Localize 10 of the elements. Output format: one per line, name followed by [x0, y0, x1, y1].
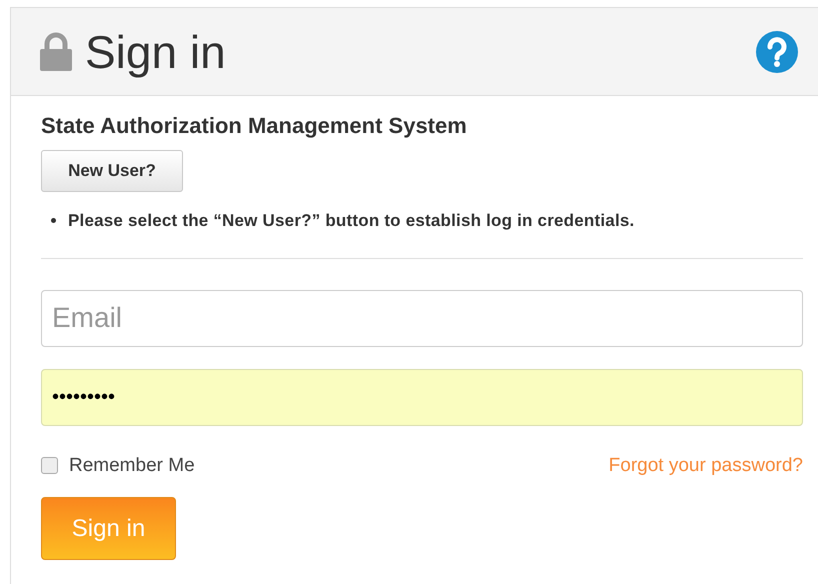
instruction-text: Please select the “New User?” button to establish log in credentials. [68, 210, 634, 232]
remember-label: Remember Me [69, 454, 195, 478]
email-field[interactable]: Email [41, 290, 803, 346]
remember-checkbox[interactable] [41, 457, 58, 474]
help-icon[interactable] [756, 30, 798, 72]
password-field[interactable]: ••••••••• [41, 368, 803, 426]
bullet-icon [51, 218, 56, 224]
new-user-button[interactable]: New User? [41, 150, 183, 192]
system-name: State Authorization Management System [41, 112, 468, 140]
lock-icon [39, 32, 73, 72]
